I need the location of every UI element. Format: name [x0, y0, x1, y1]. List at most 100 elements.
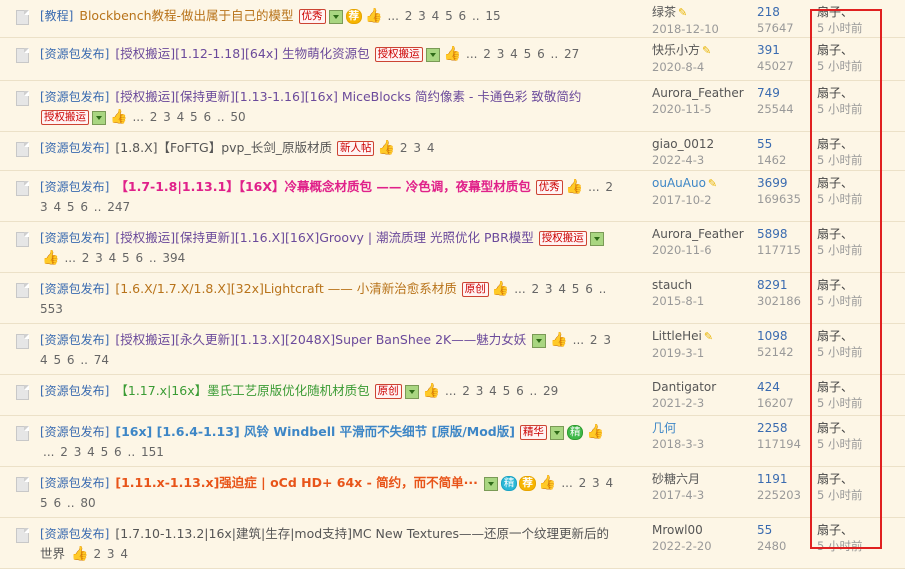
thread-category-link[interactable]: [资源包发布] [40, 333, 109, 347]
author-name[interactable]: stauch [652, 278, 692, 292]
last-post-user[interactable]: 扇子、 [817, 472, 853, 486]
author-name[interactable]: Dantigator [652, 380, 716, 394]
thread-title-link[interactable]: [16x] [1.6.4-1.13] 风铃 Windbell 平滑而不失细节 [… [115, 424, 515, 439]
last-post-user[interactable]: 扇子、 [817, 227, 853, 241]
reply-count[interactable]: 55 [757, 137, 772, 151]
last-post-user[interactable]: 扇子、 [817, 421, 853, 435]
thumbs-up-icon: 👍 [110, 109, 128, 125]
reply-count[interactable]: 3699 [757, 176, 788, 190]
author-name[interactable]: 几何 [652, 421, 676, 435]
thread-title-link[interactable]: [1.8.X]【FoFTG】pvp_长剑_原版材质 [115, 140, 332, 155]
reply-count[interactable]: 2258 [757, 421, 788, 435]
last-post-time[interactable]: 5 小时前 [817, 345, 862, 359]
last-post-user[interactable]: 扇子、 [817, 380, 853, 394]
reply-count[interactable]: 55 [757, 523, 772, 537]
thread-title-link[interactable]: 【1.7-1.8|1.13.1】【16X】冷幕概念材质包 —— 冷色调，夜幕型材… [115, 179, 530, 194]
page-links[interactable]: ... 2 3 4 5 6 .. 394 [64, 251, 185, 265]
last-post-user[interactable]: 扇子、 [817, 5, 853, 19]
thumbs-up-icon: 👍 [538, 475, 557, 491]
thread-row: [资源包发布] [1.7.10-1.13.2|16x|建筑|生存|mod支持]MC… [0, 518, 905, 569]
author-name[interactable]: 绿茶 [652, 5, 676, 19]
thread-category-link[interactable]: [资源包发布] [40, 141, 109, 155]
author-name[interactable]: Aurora_Feather [652, 86, 744, 100]
author-cell: 砂糖六月 2017-4-3 [652, 471, 752, 503]
thread-category-link[interactable]: [资源包发布] [40, 90, 109, 104]
thread-title-cell: [资源包发布] [1.8.X]【FoFTG】pvp_长剑_原版材质 新人帖 👍 2 3… [40, 138, 615, 158]
thread-category-link[interactable]: [资源包发布] [40, 384, 109, 398]
thread-category-link[interactable]: [资源包发布] [40, 282, 109, 296]
reply-count[interactable]: 1098 [757, 329, 788, 343]
page-links[interactable]: ... 2 3 4 5 6 .. 27 [466, 47, 579, 61]
page-links[interactable]: ... 2 3 4 5 6 .. 151 [43, 445, 164, 459]
reply-count[interactable]: 5898 [757, 227, 788, 241]
last-post-cell: 扇子、 5 小时前 [817, 379, 897, 411]
reply-count[interactable]: 218 [757, 5, 780, 19]
thread-category-link[interactable]: [资源包发布] [40, 527, 109, 541]
thread-title-link[interactable]: [授权搬运][保持更新][1.16.X][16X]Groovy | 潮流质理 光… [115, 230, 533, 245]
thread-title-link[interactable]: 【1.17.x|16x】墨氏工艺原版优化随机材质包 [115, 383, 369, 398]
post-date: 2019-3-1 [652, 346, 705, 360]
view-count: 52142 [757, 345, 794, 359]
topic-icon [16, 232, 31, 247]
page-links[interactable]: ... 2 3 4 5 6 .. 15 [387, 9, 500, 23]
last-post-time[interactable]: 5 小时前 [817, 294, 862, 308]
thread-category-link[interactable]: [资源包发布] [40, 231, 109, 245]
last-post-user[interactable]: 扇子、 [817, 43, 853, 57]
last-post-time[interactable]: 5 小时前 [817, 396, 862, 410]
reply-count[interactable]: 8291 [757, 278, 788, 292]
page-links[interactable]: 2 3 4 [400, 141, 435, 155]
last-post-time[interactable]: 5 小时前 [817, 21, 862, 35]
thread-title-link[interactable]: Blockbench教程-做出属于自己的模型 [79, 8, 293, 23]
last-post-time[interactable]: 5 小时前 [817, 437, 862, 451]
thread-title-link[interactable]: [1.6.X/1.7.X/1.8.X][32x]Lightcraft —— 小清… [115, 281, 456, 296]
author-name[interactable]: Aurora_Feather [652, 227, 744, 241]
last-post-user[interactable]: 扇子、 [817, 329, 853, 343]
thread-title-link[interactable]: [授权搬运][永久更新][1.13.X][2048X]Super BanShee… [115, 332, 526, 347]
last-post-time[interactable]: 5 小时前 [817, 192, 862, 206]
image-attachment-icon [483, 476, 498, 491]
author-name[interactable]: giao_0012 [652, 137, 714, 151]
thread-row: [资源包发布] [16x] [1.6.4-1.13] 风铃 Windbell 平滑… [0, 416, 905, 467]
author-name[interactable]: 快乐小方 [652, 43, 700, 57]
page-links[interactable]: 2 3 4 [93, 547, 128, 561]
thread-title-link[interactable]: [授权搬运][1.12-1.18][64x] 生物萌化资源包 [115, 46, 369, 61]
reply-count[interactable]: 1191 [757, 472, 788, 486]
post-date: 2017-4-3 [652, 488, 705, 502]
thread-category-link[interactable]: [资源包发布] [40, 47, 109, 61]
author-name[interactable]: LittleHei [652, 329, 702, 343]
last-post-user[interactable]: 扇子、 [817, 176, 853, 190]
thread-list: [教程] Blockbench教程-做出属于自己的模型 优秀荐 👍... 2 3 4… [0, 0, 905, 569]
last-post-time[interactable]: 5 小时前 [817, 102, 862, 116]
reply-count[interactable]: 391 [757, 43, 780, 57]
topic-icon [16, 528, 31, 543]
page-links[interactable]: ... 2 3 4 5 6 .. 50 [132, 110, 245, 124]
last-post-time[interactable]: 5 小时前 [817, 539, 862, 553]
thread-badge: 精 [566, 425, 584, 440]
thread-title-link[interactable]: [授权搬运][保持更新][1.13-1.16][16x] MiceBlocks … [115, 89, 581, 104]
last-post-time[interactable]: 5 小时前 [817, 488, 862, 502]
reply-count[interactable]: 424 [757, 380, 780, 394]
last-post-user[interactable]: 扇子、 [817, 523, 853, 537]
last-post-time[interactable]: 5 小时前 [817, 59, 862, 73]
page-links[interactable]: ... 2 3 4 5 6 .. 29 [445, 384, 558, 398]
thread-badge: 优秀 [298, 9, 326, 24]
author-name[interactable]: Mrowl00 [652, 523, 703, 537]
reply-count[interactable]: 749 [757, 86, 780, 100]
author-name[interactable]: 砂糖六月 [652, 472, 700, 486]
last-post-time[interactable]: 5 小时前 [817, 243, 862, 257]
thread-category-link[interactable]: [教程] [40, 9, 73, 23]
last-post-user[interactable]: 扇子、 [817, 86, 853, 100]
stats-cell: 3699 169635 [757, 175, 812, 207]
thread-title-link[interactable]: [1.11.x-1.13.x]强迫症 | oCd HD+ 64x - 简约，而不… [115, 475, 478, 490]
last-post-user[interactable]: 扇子、 [817, 137, 853, 151]
last-post-time[interactable]: 5 小时前 [817, 153, 862, 167]
thread-badge: 荐 [519, 476, 536, 491]
thread-category-link[interactable]: [资源包发布] [40, 425, 109, 439]
thread-category-link[interactable]: [资源包发布] [40, 476, 109, 490]
page-fold-icon [24, 232, 29, 237]
author-name[interactable]: ouAuAuo [652, 176, 706, 190]
topic-icon [16, 91, 31, 106]
topic-icon [16, 283, 31, 298]
last-post-user[interactable]: 扇子、 [817, 278, 853, 292]
thread-category-link[interactable]: [资源包发布] [40, 180, 109, 194]
